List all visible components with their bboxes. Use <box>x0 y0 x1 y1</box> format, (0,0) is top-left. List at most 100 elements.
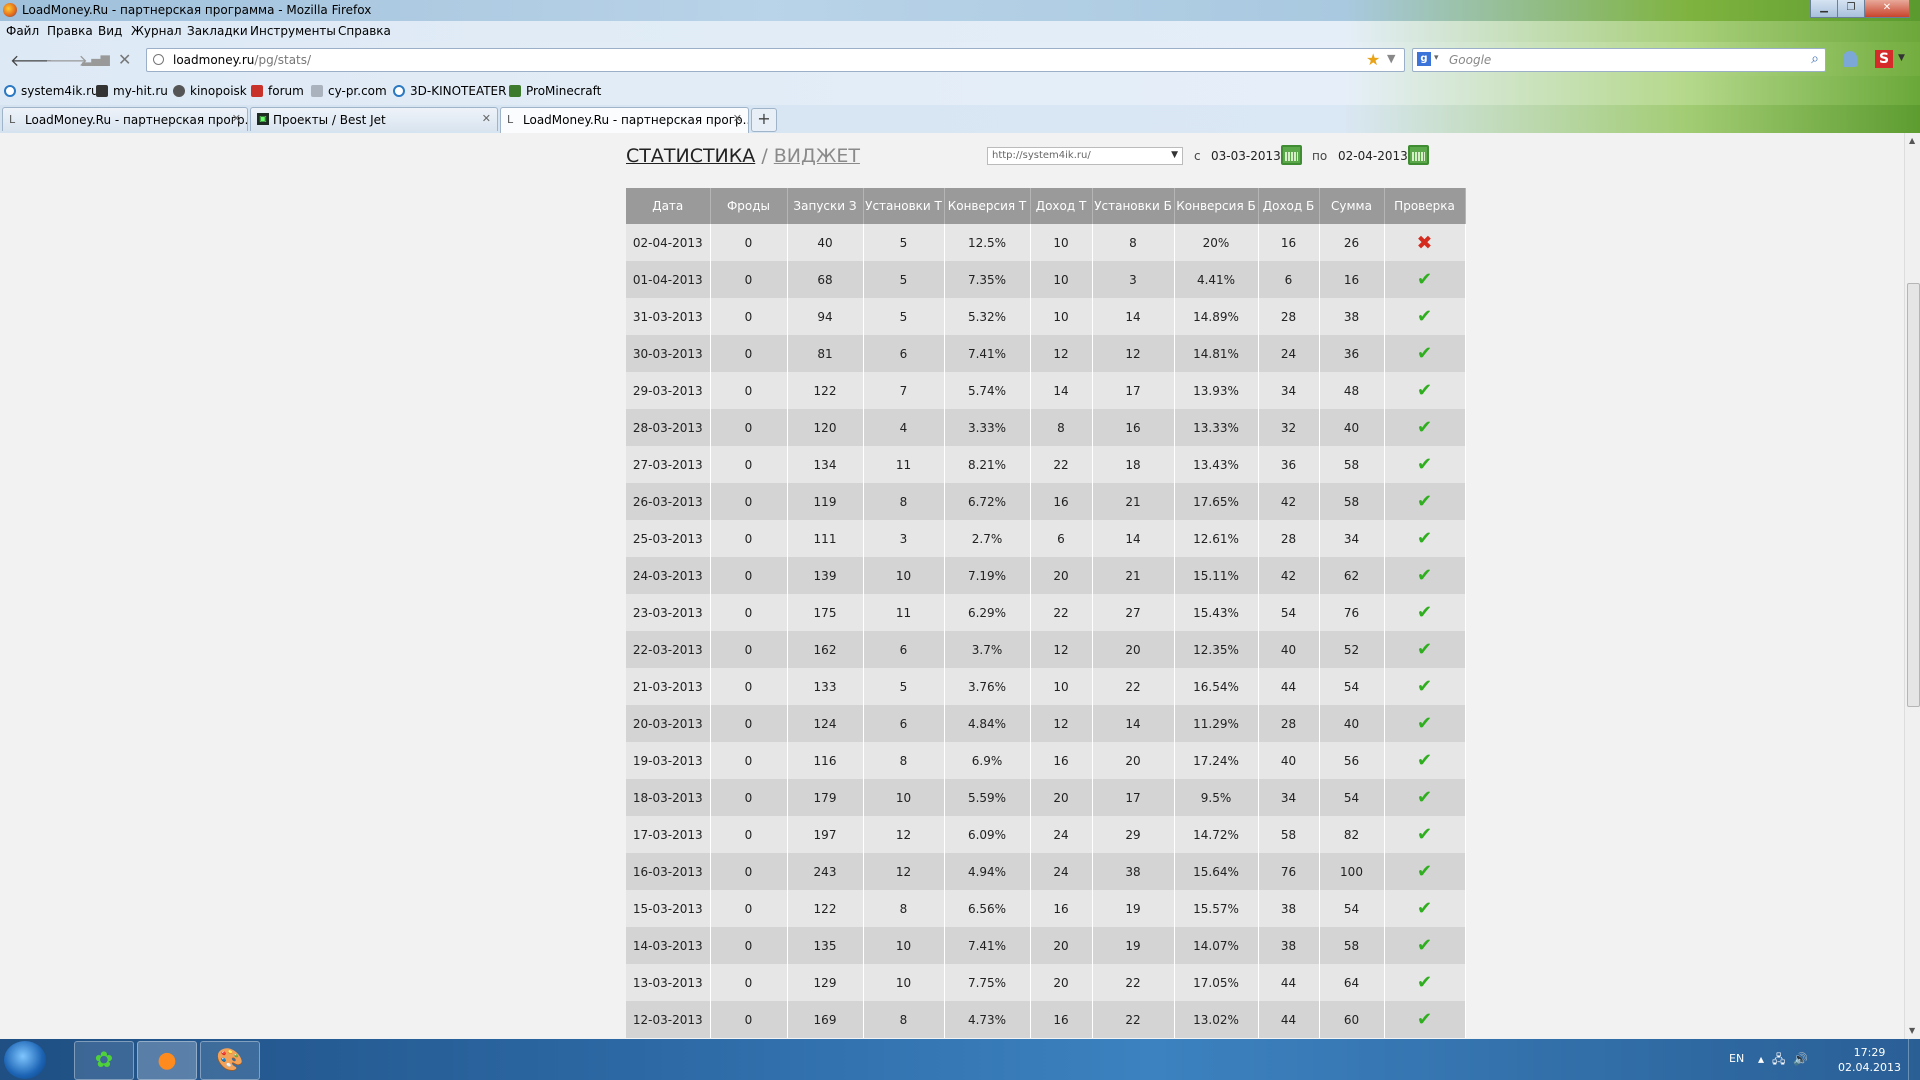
chevron-down-icon[interactable]: ▼ <box>1898 53 1905 63</box>
table-cell: 40 <box>1319 705 1385 742</box>
maximize-button[interactable]: ❐ <box>1837 0 1865 18</box>
menu-edit[interactable]: Правка <box>47 24 93 38</box>
table-cell: 34 <box>1319 520 1385 557</box>
tab-loadmoney-active[interactable]: L LoadMoney.Ru - партнерская прогр... ✕ <box>500 107 749 133</box>
bookmark-star-icon[interactable]: ★ <box>1366 50 1380 69</box>
new-tab-button[interactable]: + <box>751 108 777 132</box>
table-row: 27-03-2013 0 134 11 8.21% 22 18 13.43% 36 58 ✔ <box>626 446 1466 483</box>
close-icon[interactable]: ✕ <box>482 112 491 125</box>
history-dropdown-icon[interactable]: ▼ <box>1387 52 1395 65</box>
table-cell: 36 <box>1258 446 1320 483</box>
table-cell: 12.61% <box>1174 520 1259 557</box>
bookmark-item[interactable]: cy-pr.com <box>311 84 387 98</box>
page-nav: СТАТИСТИКА / ВИДЖЕТ <box>626 145 860 167</box>
table-cell: 22 <box>1092 964 1175 1001</box>
table-cell: 19 <box>1092 927 1175 964</box>
table-cell: 3.33% <box>944 409 1031 446</box>
scroll-up-icon[interactable]: ▲ <box>1909 136 1915 145</box>
table-cell: 15.57% <box>1174 890 1259 927</box>
menu-history[interactable]: Журнал <box>131 24 182 38</box>
table-cell: 8 <box>863 1001 945 1038</box>
tray-icons[interactable]: ▴🖧🔊 <box>1758 1050 1816 1071</box>
table-cell: 28 <box>1258 520 1320 557</box>
table-cell: 17.65% <box>1174 483 1259 520</box>
chevron-down-icon[interactable]: ▾ <box>1434 53 1439 63</box>
table-cell: 62 <box>1319 557 1385 594</box>
bookmark-favicon-icon <box>311 85 323 97</box>
bookmark-item[interactable]: kinopoisk <box>173 84 247 98</box>
start-button[interactable] <box>4 1041 46 1079</box>
google-icon[interactable]: g <box>1417 52 1431 66</box>
language-indicator[interactable]: EN <box>1729 1052 1744 1065</box>
table-cell: 5 <box>863 668 945 705</box>
show-desktop-button[interactable] <box>1908 1039 1920 1080</box>
clock[interactable]: 17:29 02.04.2013 <box>1838 1045 1901 1075</box>
stop-icon[interactable]: ✕ <box>118 50 131 69</box>
to-date[interactable]: 02-04-2013 <box>1338 149 1408 163</box>
check-ok-icon: ✔ <box>1416 417 1433 438</box>
nav-widget-link[interactable]: ВИДЖЕТ <box>774 145 860 167</box>
search-icon[interactable]: ⌕ <box>1811 51 1819 67</box>
bookmark-item[interactable]: system4ik.ru <box>4 84 99 98</box>
table-cell: 14.81% <box>1174 335 1259 372</box>
calendar-icon[interactable] <box>1281 145 1302 165</box>
bookmark-item[interactable]: forum <box>251 84 304 98</box>
table-cell: 13.02% <box>1174 1001 1259 1038</box>
vertical-scrollbar[interactable]: ▲ ▼ <box>1904 133 1920 1039</box>
minimize-button[interactable]: ▁ <box>1810 0 1838 18</box>
table-cell: 6 <box>1030 520 1093 557</box>
table-cell: 23-03-2013 <box>626 594 711 631</box>
search-box[interactable]: g ▾ Google ⌕ <box>1412 48 1826 72</box>
bookmark-item[interactable]: ProMinecraft <box>509 84 601 98</box>
table-cell: 8 <box>1030 409 1093 446</box>
table-cell: 0 <box>710 890 788 927</box>
table-cell: 12 <box>1030 335 1093 372</box>
table-cell: 13.33% <box>1174 409 1259 446</box>
table-cell: 29 <box>1092 816 1175 853</box>
table-cell: 20 <box>1092 742 1175 779</box>
menu-tools[interactable]: Инструменты <box>250 24 336 38</box>
calendar-icon[interactable] <box>1408 145 1429 165</box>
table-cell: 28 <box>1258 705 1320 742</box>
download-icon[interactable] <box>1843 51 1857 67</box>
nav-stats-link[interactable]: СТАТИСТИКА <box>626 145 755 167</box>
table-row: 02-04-2013 0 40 5 12.5% 10 8 20% 16 26 ✖ <box>626 224 1466 261</box>
table-cell: 24 <box>1030 816 1093 853</box>
tab-loadmoney-1[interactable]: L LoadMoney.Ru - партнерская прогр... ✕ <box>2 107 248 131</box>
table-cell: 6.56% <box>944 890 1031 927</box>
firefox-taskbar-icon[interactable]: ● <box>137 1041 197 1080</box>
table-cell: 162 <box>787 631 864 668</box>
scroll-down-icon[interactable]: ▼ <box>1909 1026 1915 1035</box>
table-cell: 76 <box>1319 594 1385 631</box>
signal-icon[interactable]: ▂▄▆ <box>82 52 110 66</box>
check-ok-icon: ✔ <box>1416 824 1433 845</box>
menu-view[interactable]: Вид <box>98 24 122 38</box>
from-date[interactable]: 03-03-2013 <box>1211 149 1281 163</box>
close-icon[interactable]: ✕ <box>733 112 742 125</box>
table-cell: 26 <box>1319 224 1385 261</box>
close-button[interactable]: ✕ <box>1864 0 1910 18</box>
paint-taskbar-icon[interactable]: 🎨 <box>200 1041 260 1080</box>
menu-bookmarks[interactable]: Закладки <box>187 24 248 38</box>
icq-taskbar-icon[interactable]: ✿ <box>74 1041 134 1080</box>
scrollbar-thumb[interactable] <box>1907 283 1920 707</box>
addon-icon[interactable]: S <box>1875 50 1893 68</box>
table-cell: 14.89% <box>1174 298 1259 335</box>
table-row: 23-03-2013 0 175 11 6.29% 22 27 15.43% 54 76 ✔ <box>626 594 1466 631</box>
table-cell: 21 <box>1092 483 1175 520</box>
menu-file[interactable]: Файл <box>6 24 39 38</box>
check-ok-icon: ✔ <box>1416 713 1433 734</box>
table-cell: 40 <box>1258 742 1320 779</box>
close-icon[interactable]: ✕ <box>232 112 241 125</box>
menu-help[interactable]: Справка <box>338 24 391 38</box>
table-cell: 7.35% <box>944 261 1031 298</box>
site-select[interactable]: http://system4ik.ru/ ▼ <box>987 147 1183 165</box>
check-cell: ✔ <box>1384 631 1466 668</box>
address-bar[interactable]: loadmoney.ru/pg/stats/ ★ ▼ <box>146 48 1405 72</box>
bookmark-item[interactable]: my-hit.ru <box>96 84 168 98</box>
table-cell: 11 <box>863 446 945 483</box>
tab-best-jet[interactable]: ▣ Проекты / Best Jet ✕ <box>250 107 498 131</box>
table-cell: 16 <box>1092 409 1175 446</box>
bookmark-item[interactable]: 3D-KINOTEATER <box>393 84 506 98</box>
table-cell: 15.64% <box>1174 853 1259 890</box>
